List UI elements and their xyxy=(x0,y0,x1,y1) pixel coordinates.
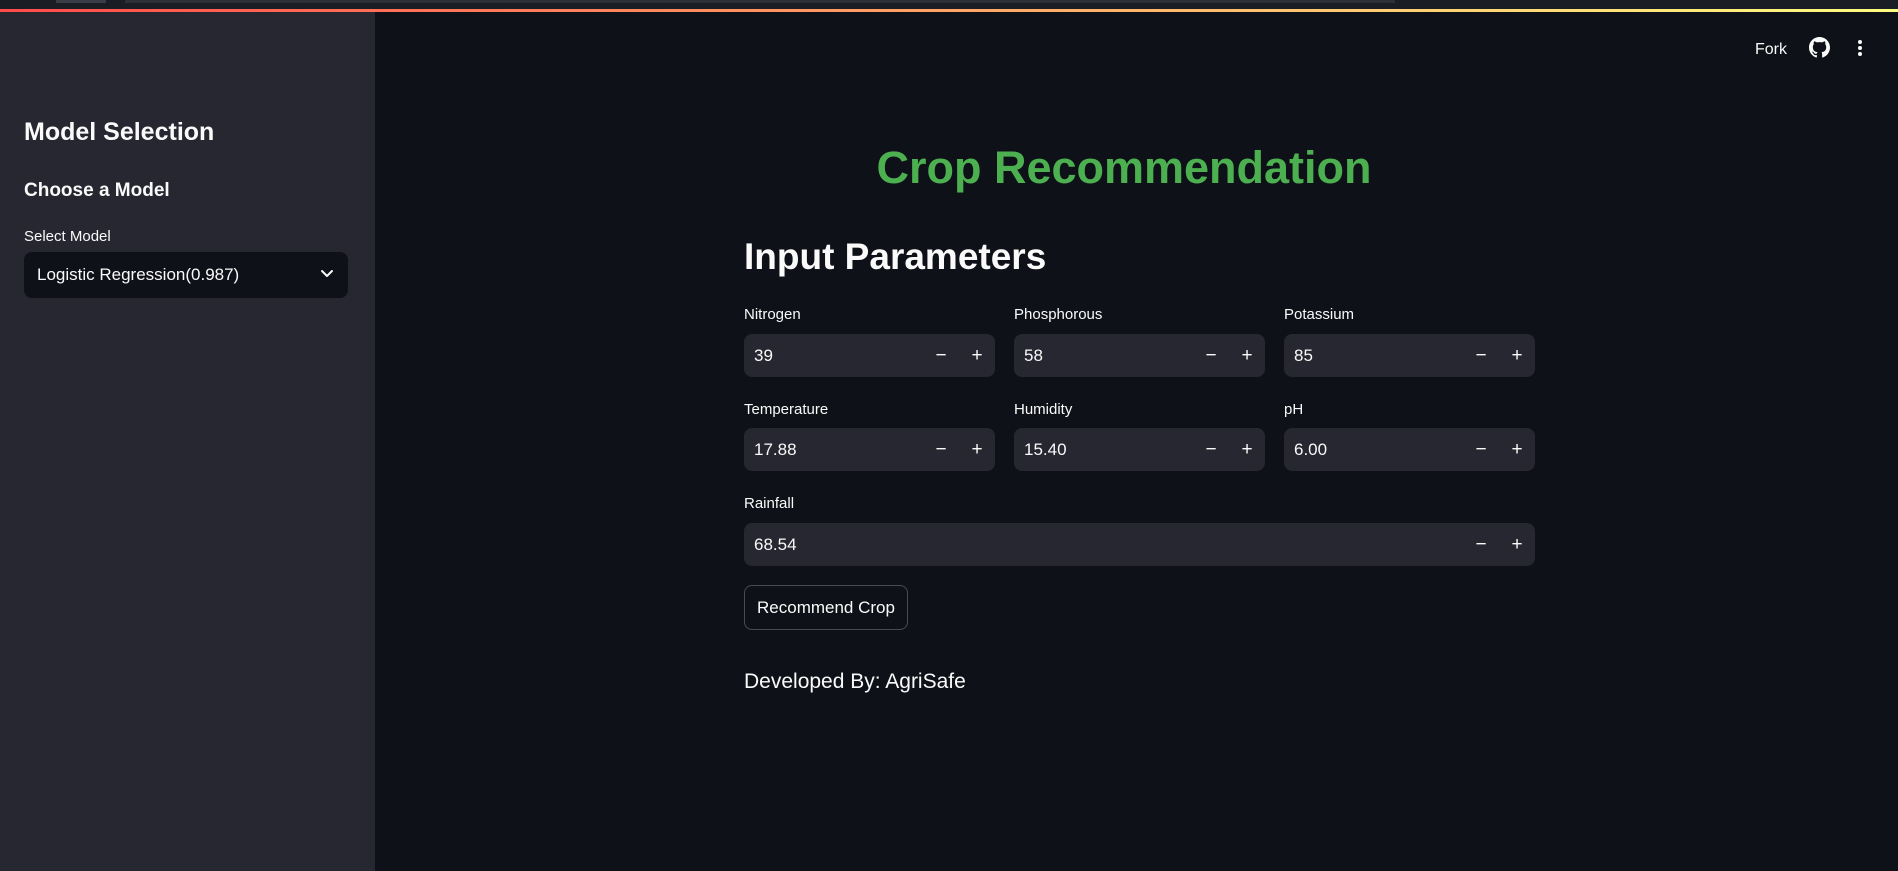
phosphorous-value[interactable]: 58 xyxy=(1014,346,1193,366)
humidity-value[interactable]: 15.40 xyxy=(1014,440,1193,460)
ph-decrement-button[interactable]: − xyxy=(1463,428,1499,471)
ph-increment-button[interactable]: + xyxy=(1499,428,1535,471)
humidity-decrement-button[interactable]: − xyxy=(1193,428,1229,471)
select-model-label: Select Model xyxy=(24,228,111,245)
rainfall-value[interactable]: 68.54 xyxy=(744,535,1463,555)
more-menu-icon[interactable] xyxy=(1850,38,1898,63)
temperature-increment-button[interactable]: + xyxy=(959,428,995,471)
ph-value[interactable]: 6.00 xyxy=(1284,440,1463,460)
nitrogen-decrement-button[interactable]: − xyxy=(923,334,959,377)
potassium-input: 85 − + xyxy=(1284,334,1535,377)
header-actions: Fork xyxy=(1755,36,1898,64)
browser-tab[interactable] xyxy=(56,0,106,3)
temperature-decrement-button[interactable]: − xyxy=(923,428,959,471)
nitrogen-input: 39 − + xyxy=(744,334,995,377)
nitrogen-increment-button[interactable]: + xyxy=(959,334,995,377)
humidity-label: Humidity xyxy=(1014,401,1073,418)
potassium-label: Potassium xyxy=(1284,306,1355,323)
model-select-value: Logistic Regression(0.987) xyxy=(37,265,240,284)
potassium-increment-button[interactable]: + xyxy=(1499,334,1535,377)
temperature-value[interactable]: 17.88 xyxy=(744,440,923,460)
chevron-down-icon xyxy=(320,265,334,285)
rainfall-label: Rainfall xyxy=(744,495,795,512)
browser-top-strip xyxy=(0,0,1898,12)
sidebar-subtitle: Choose a Model xyxy=(24,180,170,201)
temperature-input: 17.88 − + xyxy=(744,428,995,471)
ph-input: 6.00 − + xyxy=(1284,428,1535,471)
sidebar: Model Selection Choose a Model Select Mo… xyxy=(0,12,375,871)
nitrogen-label: Nitrogen xyxy=(744,306,801,323)
humidity-input: 15.40 − + xyxy=(1014,428,1265,471)
phosphorous-decrement-button[interactable]: − xyxy=(1193,334,1229,377)
humidity-increment-button[interactable]: + xyxy=(1229,428,1265,471)
phosphorous-input: 58 − + xyxy=(1014,334,1265,377)
potassium-value[interactable]: 85 xyxy=(1284,346,1463,366)
rainfall-increment-button[interactable]: + xyxy=(1499,523,1535,566)
temperature-label: Temperature xyxy=(744,401,829,418)
section-title: Input Parameters xyxy=(744,236,1047,277)
sidebar-title: Model Selection xyxy=(24,118,215,146)
github-icon[interactable] xyxy=(1809,37,1850,63)
developer-credit: Developed By: AgriSafe xyxy=(744,670,966,693)
address-bar[interactable] xyxy=(125,0,1395,3)
potassium-decrement-button[interactable]: − xyxy=(1463,334,1499,377)
rainfall-input: 68.54 − + xyxy=(744,523,1535,566)
rainfall-decrement-button[interactable]: − xyxy=(1463,523,1499,566)
ph-label: pH xyxy=(1284,401,1304,418)
phosphorous-label: Phosphorous xyxy=(1014,306,1103,323)
model-select[interactable]: Logistic Regression(0.987) xyxy=(24,252,348,298)
fork-button[interactable]: Fork xyxy=(1755,41,1787,59)
phosphorous-increment-button[interactable]: + xyxy=(1229,334,1265,377)
nitrogen-value[interactable]: 39 xyxy=(744,346,923,366)
page-title: Crop Recommendation xyxy=(876,142,1372,193)
recommend-crop-button[interactable]: Recommend Crop xyxy=(744,585,908,630)
